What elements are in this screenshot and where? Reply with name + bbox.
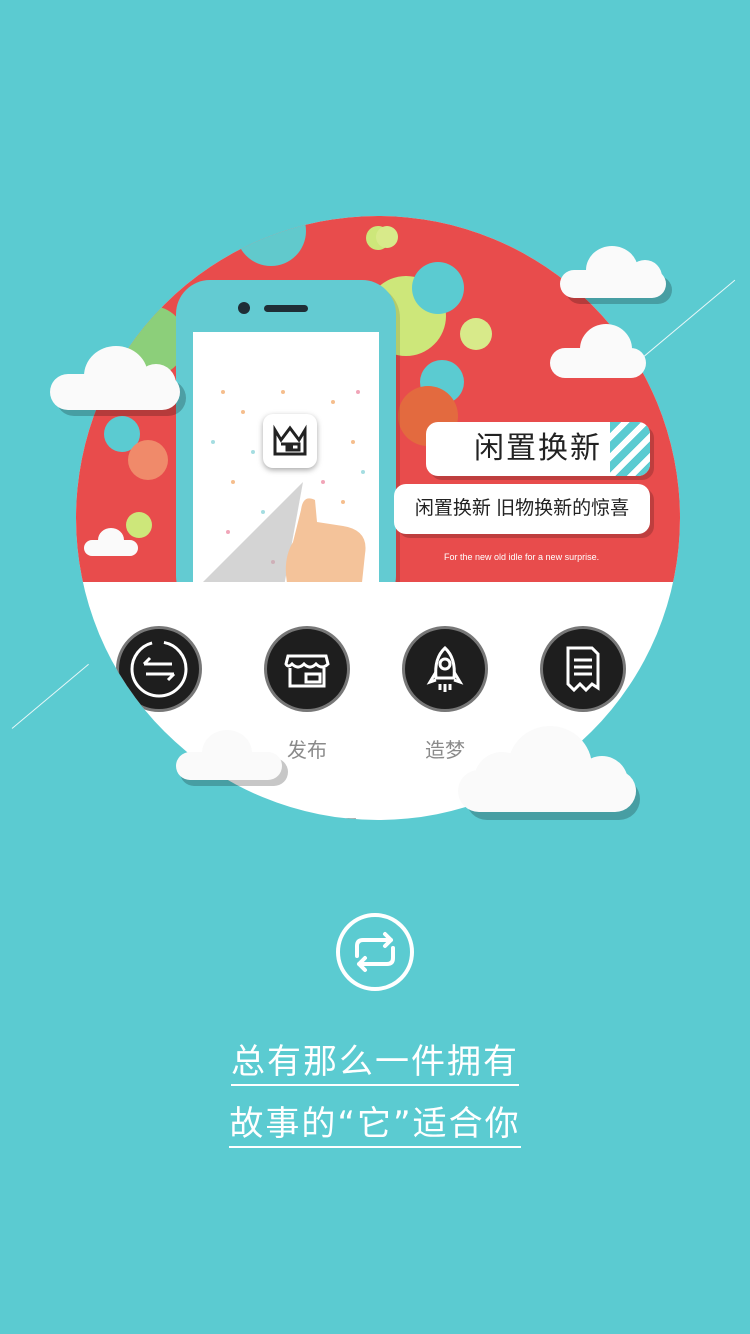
- app-logo-icon: [263, 414, 317, 468]
- decor-bubble: [376, 226, 398, 248]
- rocket-icon: [402, 626, 488, 712]
- phone-illustration: [176, 280, 396, 582]
- banner-english-caption: For the new old idle for a new surprise.: [444, 552, 600, 562]
- headphones-bubble: [412, 262, 464, 314]
- phone-speaker: [264, 305, 308, 312]
- cloud-decoration: [550, 324, 650, 382]
- decor-bubble: [236, 216, 306, 266]
- cloud-decoration: [50, 346, 186, 416]
- storefront-icon: [264, 626, 350, 712]
- headline-line-2: 故事的“它”适合你: [0, 1096, 750, 1148]
- swap-arrows-icon: [116, 626, 202, 712]
- cloud-decoration: [176, 730, 288, 786]
- phone-screen: [193, 332, 379, 582]
- ribbon-stripe: [610, 422, 650, 476]
- cloud-decoration: [84, 528, 140, 558]
- phone-camera: [238, 302, 250, 314]
- cloud-decoration: [458, 726, 640, 820]
- banner-subtitle: 闲置换新 旧物换新的惊喜: [394, 484, 650, 534]
- banner-title-text: 闲置换新: [474, 432, 602, 465]
- cloud-decoration: [560, 246, 672, 306]
- decor-bubble: [460, 318, 492, 350]
- message-bubble: [128, 440, 168, 480]
- headline-text: 总有那么一件拥有: [231, 1042, 519, 1086]
- headline-text: 故事的“它”适合你: [229, 1104, 521, 1148]
- notice-text: …2号4…00系统维…: [316, 812, 475, 820]
- headline-line-1: 总有那么一件拥有: [0, 1034, 750, 1086]
- repeat-icon: [335, 912, 415, 992]
- banner-title: 闲置换新: [426, 422, 650, 476]
- decorative-line: [11, 663, 89, 729]
- receipt-icon: [540, 626, 626, 712]
